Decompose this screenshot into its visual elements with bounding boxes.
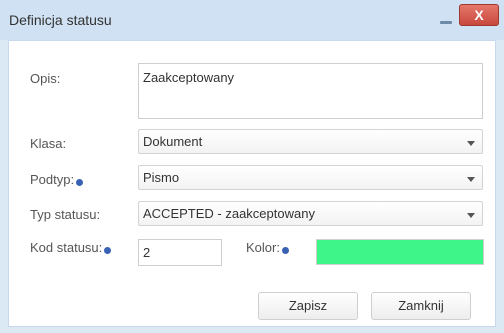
- podtyp-select[interactable]: Pismo: [138, 165, 483, 190]
- info-icon[interactable]: i: [104, 246, 112, 254]
- klasa-select[interactable]: Dokument: [138, 129, 483, 154]
- opis-label: Opis:: [30, 71, 61, 86]
- podtyp-label-wrap: Podtyp:i: [30, 172, 84, 187]
- dialog-title: Definicja statusu: [9, 12, 112, 28]
- opis-textarea[interactable]: Zaakceptowany: [138, 63, 483, 119]
- save-button[interactable]: Zapisz: [258, 292, 358, 320]
- kolor-label-wrap: Kolor:i: [246, 240, 289, 255]
- title-bar[interactable]: Definicja statusu X: [0, 0, 504, 40]
- klasa-label: Klasa:: [30, 136, 67, 151]
- minimize-button[interactable]: [432, 12, 458, 30]
- dropdown-caret-icon: [467, 177, 475, 182]
- info-icon[interactable]: i: [76, 178, 84, 186]
- dialog-window: Definicja statusu X Opis: Zaakceptowany …: [0, 0, 504, 333]
- typ-statusu-select[interactable]: ACCEPTED - zaakceptowany: [138, 201, 483, 226]
- info-icon[interactable]: i: [281, 246, 289, 254]
- close-icon[interactable]: X: [459, 4, 499, 26]
- kod-statusu-input[interactable]: 2: [138, 239, 222, 266]
- kod-statusu-label-wrap: Kod statusu:i: [30, 240, 112, 255]
- kolor-picker[interactable]: [316, 239, 484, 265]
- minimize-icon: [440, 21, 452, 24]
- podtyp-label: Podtyp:: [30, 172, 75, 187]
- dropdown-caret-icon: [467, 141, 475, 146]
- kod-statusu-label: Kod statusu:: [30, 240, 103, 255]
- close-button[interactable]: Zamknij: [371, 292, 471, 320]
- klasa-select-value: Dokument: [143, 134, 203, 149]
- typ-statusu-select-value: ACCEPTED - zaakceptowany: [143, 206, 315, 221]
- kolor-label: Kolor:: [246, 240, 280, 255]
- podtyp-select-value: Pismo: [143, 170, 180, 185]
- typ-statusu-label: Typ statusu:: [30, 207, 101, 222]
- dropdown-caret-icon: [467, 213, 475, 218]
